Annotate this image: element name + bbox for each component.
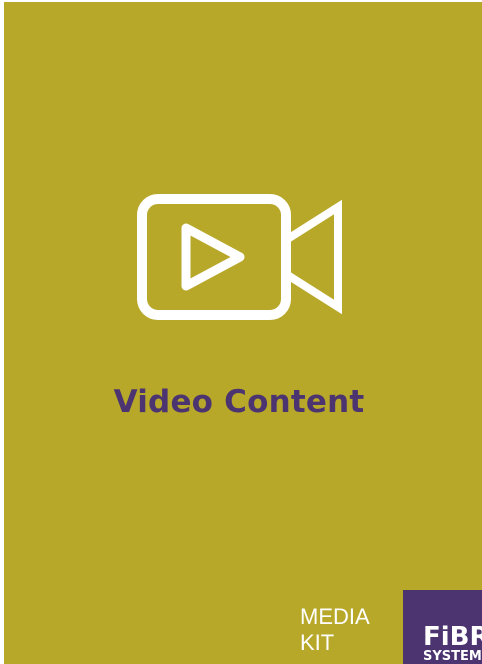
logo-wordmark: FiBR — [423, 622, 482, 652]
play-triangle — [181, 223, 245, 291]
media-kit-label: MEDIA KIT — [300, 604, 400, 656]
media-kit-label-line2: KIT — [300, 630, 335, 655]
logo-subtext: SYSTEM — [423, 649, 482, 664]
media-kit-card: Video Content MEDIA KIT FiBR SYSTEM — [4, 2, 482, 664]
video-camera-icon — [137, 194, 342, 320]
page-title: Video Content — [113, 384, 365, 420]
media-kit-label-line1: MEDIA — [300, 604, 370, 629]
camera-lens — [282, 199, 342, 315]
camera-body — [137, 194, 291, 320]
brand-logo: FiBR SYSTEM — [403, 590, 482, 664]
